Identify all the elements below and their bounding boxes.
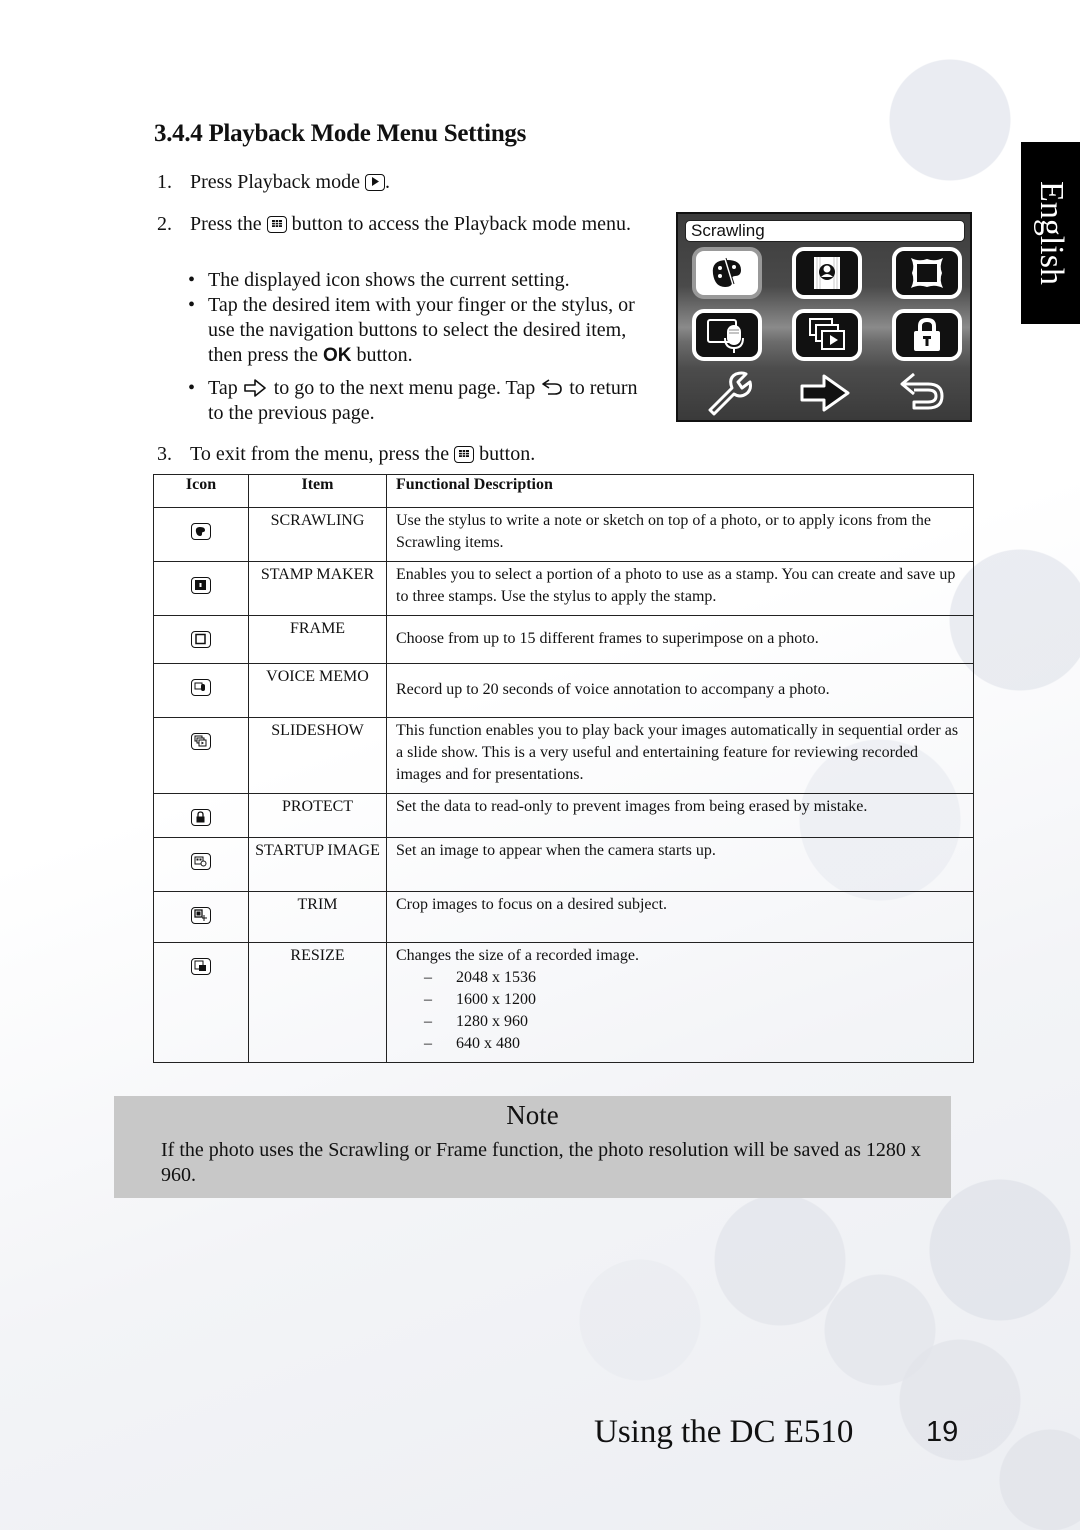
function-table: Icon Item Functional Description SCRAWLI… (153, 474, 974, 1063)
screen-button-stamp-maker[interactable] (792, 247, 862, 299)
item-description: Set the data to read-only to prevent ima… (386, 793, 974, 838)
step-text: Press Playback mode (190, 171, 360, 193)
item-description: Crop images to focus on a desired subjec… (386, 891, 974, 943)
item-description: Enables you to select a portion of a pho… (386, 561, 974, 616)
frame-icon (911, 258, 943, 288)
language-tab: English (1021, 142, 1080, 324)
step-text: Press the (190, 213, 262, 235)
voice-memo-icon (191, 679, 211, 696)
item-description: Record up to 20 seconds of voice annotat… (386, 663, 974, 718)
header-icon: Icon (153, 474, 249, 508)
menu-button-icon (454, 446, 475, 463)
slideshow-icon (191, 733, 211, 750)
return-icon[interactable] (898, 370, 950, 416)
protect-icon (191, 809, 211, 826)
table-row: SLIDESHOW This function enables you to p… (153, 717, 974, 794)
table-row: STARTUP IMAGE Set an image to appear whe… (153, 837, 974, 892)
item-name: STARTUP IMAGE (248, 837, 387, 892)
resize-icon (191, 958, 211, 975)
next-page-arrow-icon (243, 379, 266, 397)
step-text-end: button to access the Playback mode menu. (291, 213, 632, 235)
step-2: 2. Press the button to access the Playba… (157, 212, 637, 237)
screen-button-voice-memo[interactable] (692, 309, 762, 361)
item-description: This function enables you to play back y… (386, 717, 974, 794)
next-arrow-icon[interactable] (798, 370, 858, 416)
note-box: Note If the photo uses the Scrawling or … (114, 1096, 951, 1198)
screen-title-bar: Scrawling (685, 220, 965, 242)
microphone-icon (707, 319, 744, 353)
screen-button-slideshow[interactable] (792, 309, 862, 361)
item-description: Changes the size of a recorded image. 20… (386, 942, 974, 1063)
item-description: Set an image to appear when the camera s… (386, 837, 974, 892)
item-name: SLIDESHOW (248, 717, 387, 794)
step-number: 1. (157, 171, 172, 193)
table-row: FRAME Choose from up to 15 different fra… (153, 615, 974, 664)
stamp-maker-icon (191, 577, 211, 594)
bullet-text: Tap (208, 377, 238, 399)
camera-screen-illustration: Scrawling (676, 212, 972, 422)
size-option: 1600 x 1200 (396, 989, 963, 1011)
palette-icon (712, 257, 741, 287)
step-text-end: . (384, 171, 390, 193)
language-tab-label: English (1032, 181, 1070, 285)
ok-button-label: OK (322, 345, 352, 366)
item-description: Choose from up to 15 different frames to… (386, 615, 974, 664)
scrawling-icon (191, 523, 211, 540)
step-text-end: button. (479, 443, 536, 465)
table-row: STAMP MAKER Enables you to select a port… (153, 561, 974, 616)
resize-description: Changes the size of a recorded image. (396, 947, 640, 964)
bullet-item: • Tap to go to the next menu page. Tap t… (188, 377, 638, 424)
trim-icon (191, 907, 211, 924)
table-header-row: Icon Item Functional Description (153, 474, 974, 508)
table-row: PROTECT Set the data to read-only to pre… (153, 793, 974, 838)
footer-title: Using the DC E510 (594, 1414, 854, 1450)
table-row: TRIM Crop images to focus on a desired s… (153, 891, 974, 943)
item-name: STAMP MAKER (248, 561, 387, 616)
item-name: VOICE MEMO (248, 663, 387, 718)
bullet-text: The displayed icon shows the current set… (208, 269, 570, 291)
bullet-text-end: button. (356, 344, 413, 366)
bullet-list: • The displayed icon shows the current s… (188, 268, 658, 426)
bullet-item: • Tap the desired item with your finger … (188, 294, 635, 366)
bullet-text: Tap the desired item with your finger or… (208, 294, 635, 366)
header-description: Functional Description (386, 474, 974, 508)
note-text: If the photo uses the Scrawling or Frame… (161, 1139, 921, 1186)
size-option: 1280 x 960 (396, 1011, 963, 1033)
table-row: VOICE MEMO Record up to 20 seconds of vo… (153, 663, 974, 718)
frame-icon (191, 631, 211, 648)
bullet-text: to go to the next menu page. Tap (273, 377, 536, 399)
step-text: To exit from the menu, press the (190, 443, 450, 465)
section-title: 3.4.4 Playback Mode Menu Settings (154, 120, 527, 147)
slideshow-icon (809, 318, 845, 350)
item-name: PROTECT (248, 793, 387, 838)
page-number: 19 (926, 1416, 959, 1448)
playback-icon (364, 174, 385, 191)
note-title: Note (506, 1100, 559, 1130)
header-item: Item (248, 474, 387, 508)
resize-options: 2048 x 1536 1600 x 1200 1280 x 960 640 x… (396, 967, 963, 1055)
step-number: 3. (157, 443, 172, 465)
step-3: 3. To exit from the menu, press the butt… (157, 442, 657, 467)
item-description: Use the stylus to write a note or sketch… (386, 507, 974, 562)
wrench-icon[interactable] (704, 370, 758, 416)
return-arrow-icon (542, 379, 563, 395)
screen-button-scrawling[interactable] (692, 247, 762, 299)
item-name: RESIZE (248, 942, 387, 1063)
stamp-portrait-icon (814, 257, 840, 289)
step-1: 1. Press Playback mode . (157, 170, 657, 195)
menu-button-icon (266, 216, 287, 233)
item-name: FRAME (248, 615, 387, 664)
step-number: 2. (157, 213, 172, 235)
size-option: 2048 x 1536 (396, 967, 963, 989)
bullet-item: • The displayed icon shows the current s… (188, 269, 570, 291)
screen-button-protect[interactable] (892, 309, 962, 361)
item-name: TRIM (248, 891, 387, 943)
startup-image-icon (191, 853, 211, 870)
screen-button-frame[interactable] (892, 247, 962, 299)
size-option: 640 x 480 (396, 1033, 963, 1055)
item-name: SCRAWLING (248, 507, 387, 562)
lock-icon (914, 317, 940, 351)
table-row: SCRAWLING Use the stylus to write a note… (153, 507, 974, 562)
table-row: RESIZE Changes the size of a recorded im… (153, 942, 974, 1063)
